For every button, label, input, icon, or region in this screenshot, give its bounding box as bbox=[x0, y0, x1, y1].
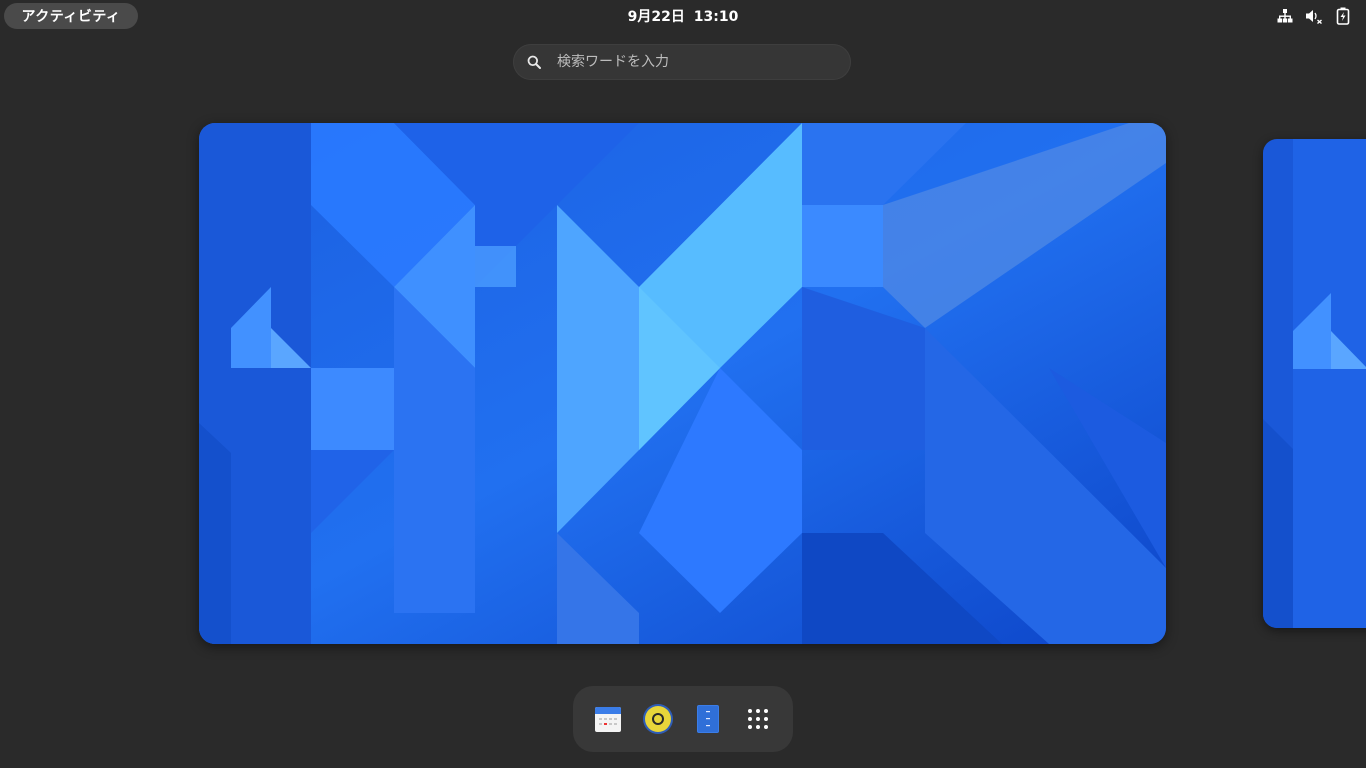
search-box[interactable] bbox=[513, 44, 851, 80]
system-tray[interactable] bbox=[1275, 6, 1352, 26]
show-apps-grid-icon[interactable] bbox=[740, 701, 776, 737]
activities-button[interactable]: アクティビティ bbox=[4, 3, 138, 29]
wallpaper-image bbox=[199, 123, 1166, 644]
clock-button[interactable]: 9月22日 13:10 bbox=[583, 4, 783, 28]
workspace-thumbnail-next[interactable] bbox=[1263, 139, 1366, 628]
top-bar: アクティビティ 9月22日 13:10 bbox=[0, 0, 1366, 32]
calendar-app-icon[interactable] bbox=[590, 701, 626, 737]
files-app-icon[interactable] bbox=[690, 701, 726, 737]
network-wired-icon[interactable] bbox=[1275, 7, 1294, 26]
rhythmbox-app-icon[interactable] bbox=[640, 701, 676, 737]
audio-muted-icon[interactable] bbox=[1304, 7, 1323, 26]
wallpaper-image bbox=[1263, 139, 1366, 628]
battery-charging-icon[interactable] bbox=[1333, 7, 1352, 26]
workspace-thumbnail-current[interactable] bbox=[199, 123, 1166, 644]
search-input[interactable] bbox=[555, 53, 839, 71]
dash bbox=[573, 686, 793, 752]
search-icon bbox=[527, 53, 545, 71]
